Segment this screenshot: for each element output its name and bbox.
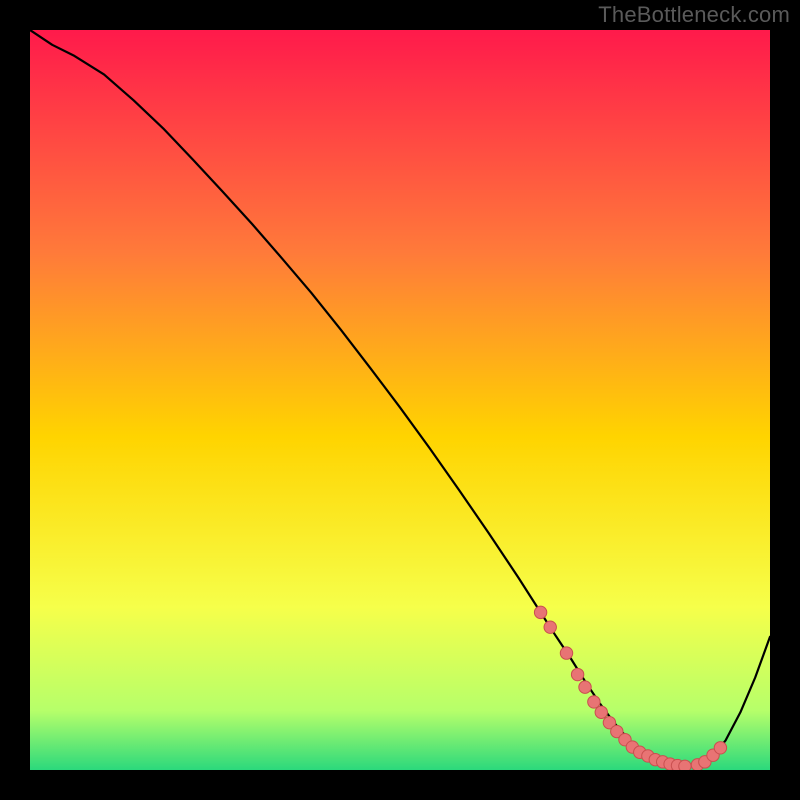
chart-frame: TheBottleneck.com xyxy=(0,0,800,800)
curve-marker-dot xyxy=(571,668,583,680)
curve-marker-dot xyxy=(595,706,607,718)
curve-marker-dot xyxy=(544,621,556,633)
gradient-background xyxy=(30,30,770,770)
chart-svg xyxy=(30,30,770,770)
curve-marker-dot xyxy=(534,606,546,618)
curve-marker-dot xyxy=(579,681,591,693)
watermark-text: TheBottleneck.com xyxy=(598,2,790,28)
curve-marker-dot xyxy=(588,696,600,708)
chart-plot-area xyxy=(30,30,770,770)
curve-marker-dot xyxy=(679,760,691,770)
curve-marker-dot xyxy=(714,742,726,754)
curve-marker-dot xyxy=(560,647,572,659)
